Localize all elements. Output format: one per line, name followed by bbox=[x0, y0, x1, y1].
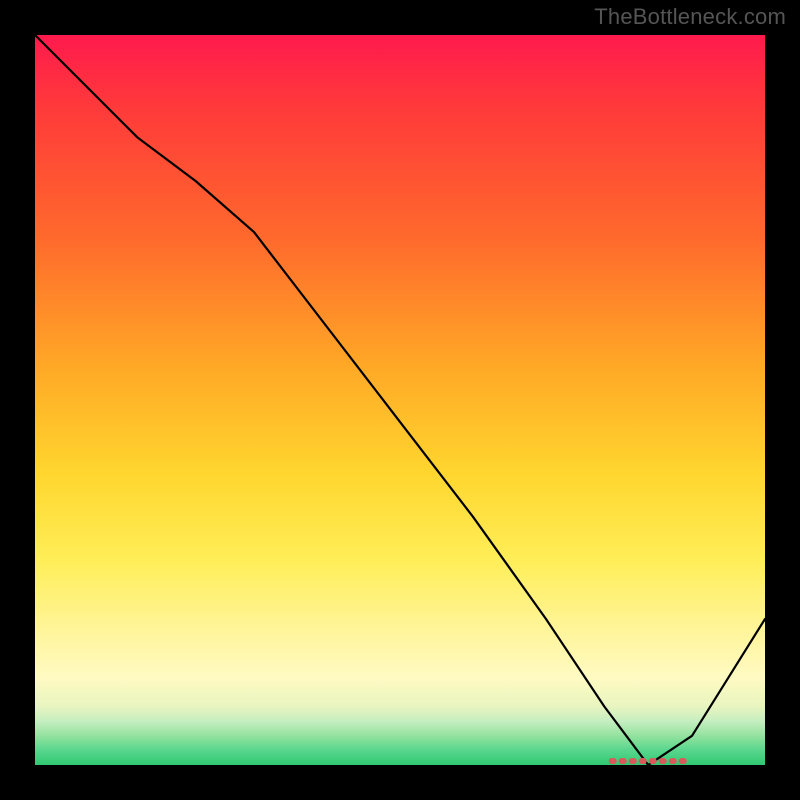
plot-area bbox=[35, 35, 765, 765]
chart-wrapper: TheBottleneck.com bbox=[0, 0, 800, 800]
bottleneck-curve-line bbox=[35, 35, 765, 765]
chart-overlay bbox=[35, 35, 765, 765]
watermark-label: TheBottleneck.com bbox=[594, 4, 786, 30]
